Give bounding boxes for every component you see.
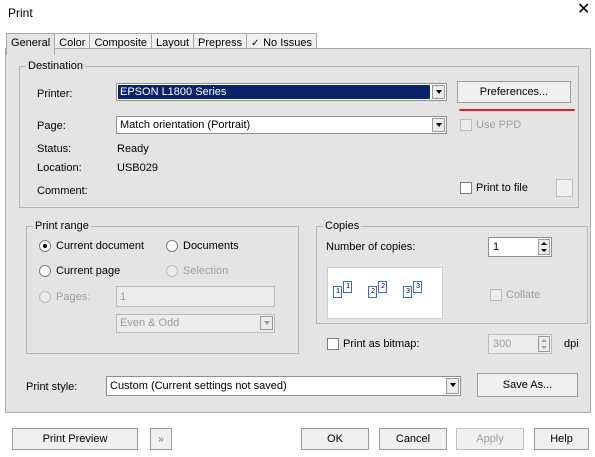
page-icon: 3 [403, 286, 412, 298]
print-as-bitmap-label: Print as bitmap: [343, 338, 420, 350]
page-icon: 3 [413, 281, 422, 293]
comment-label: Comment: [37, 185, 88, 197]
pages-radio[interactable] [39, 291, 51, 303]
print-to-file-label: Print to file [476, 182, 528, 194]
dpi-value: 300 [493, 338, 512, 350]
print-style-value: Custom (Current settings not saved) [110, 380, 287, 392]
location-value: USB029 [117, 162, 158, 174]
print-to-file-options-button[interactable] [556, 179, 573, 197]
print-range-group-label: Print range [33, 219, 91, 233]
tab-general[interactable]: General [6, 33, 56, 55]
number-of-copies-stepper[interactable]: 1 [488, 237, 552, 257]
save-as-button[interactable]: Save As... [477, 373, 578, 397]
general-tab-panel: Destination Printer: EPSON L1800 Series … [5, 48, 591, 413]
spin-arrows-icon[interactable] [538, 336, 550, 352]
number-of-copies-value: 1 [493, 241, 500, 253]
print-to-file-checkbox[interactable] [460, 182, 472, 194]
page-orientation-value: Match orientation (Portrait) [120, 119, 251, 131]
print-style-select[interactable]: Custom (Current settings not saved) [106, 376, 461, 396]
help-button[interactable]: Help [534, 428, 589, 450]
page-icon: 1 [343, 281, 352, 293]
printer-label: Printer: [37, 88, 73, 100]
dpi-unit-label: dpi [564, 338, 579, 350]
page-label: Page: [37, 120, 66, 132]
page-icon: 1 [333, 286, 342, 298]
collate-label: Collate [506, 289, 541, 301]
double-chevron-right-icon: » [158, 434, 164, 445]
status-label: Status: [37, 143, 72, 155]
current-document-radio[interactable] [39, 240, 51, 252]
pages-value: 1 [120, 291, 127, 303]
documents-radio[interactable] [166, 240, 178, 252]
current-page-label: Current page [56, 265, 121, 277]
page-orientation-select[interactable]: Match orientation (Portrait) [116, 116, 447, 134]
cancel-button[interactable]: Cancel [379, 428, 447, 450]
preview-expand-button[interactable]: » [150, 428, 172, 450]
apply-button[interactable]: Apply [456, 428, 524, 450]
window-title: Print [8, 6, 33, 20]
destination-group-label: Destination [26, 59, 86, 73]
pages-input[interactable]: 1 [116, 286, 275, 307]
pages-label: Pages: [56, 291, 91, 303]
spin-arrows-icon[interactable] [538, 239, 550, 255]
selection-label: Selection [183, 265, 229, 277]
collate-preview: 1 1 2 2 3 3 [327, 267, 443, 319]
location-label: Location: [37, 162, 82, 174]
tab-label: General [11, 37, 51, 49]
status-value: Ready [117, 143, 149, 155]
close-icon[interactable]: ✕ [577, 2, 590, 18]
annotation-underline [459, 109, 575, 111]
copies-group-label: Copies [323, 219, 362, 233]
print-style-label: Print style: [26, 381, 78, 393]
documents-label: Documents [183, 240, 239, 252]
odd-even-value: Even & Odd [120, 317, 180, 329]
use-ppd-label: Use PPD [476, 119, 522, 131]
current-page-radio[interactable] [39, 265, 51, 277]
ok-button[interactable]: OK [301, 428, 369, 450]
printer-value: EPSON L1800 Series [120, 86, 227, 98]
chevron-down-icon[interactable] [432, 118, 445, 132]
chevron-down-icon[interactable] [432, 85, 445, 99]
collate-checkbox[interactable] [490, 289, 502, 301]
current-document-label: Current document [56, 240, 145, 252]
preferences-button[interactable]: Preferences... [457, 81, 571, 103]
page-icon: 2 [368, 286, 377, 298]
printer-select[interactable]: EPSON L1800 Series [116, 83, 447, 101]
chevron-down-icon[interactable] [446, 378, 459, 394]
selection-radio[interactable] [166, 265, 178, 277]
dpi-stepper[interactable]: 300 [488, 334, 552, 354]
print-preview-button[interactable]: Print Preview [12, 428, 138, 450]
chevron-down-icon[interactable] [260, 316, 273, 330]
page-icon: 2 [378, 281, 387, 293]
odd-even-select[interactable]: Even & Odd [116, 314, 275, 333]
print-as-bitmap-checkbox[interactable] [327, 338, 339, 350]
number-of-copies-label: Number of copies: [326, 241, 416, 253]
use-ppd-checkbox[interactable] [460, 119, 472, 131]
